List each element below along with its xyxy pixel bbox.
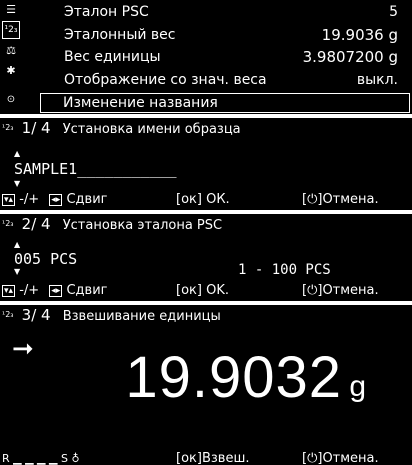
psc-input[interactable]: 005 PCS	[14, 250, 77, 268]
step-title: Установка имени образца	[62, 122, 241, 137]
sample-name-panel: ¹2₃ 1/ 4 Установка имени образца ▲ SAMPL…	[0, 118, 412, 210]
shift-label: Сдвиг	[66, 192, 108, 207]
gear-icon[interactable]: ✱	[3, 63, 19, 79]
row-label: Эталонный вес	[64, 27, 176, 43]
arrows-key-icon: ▾▴	[2, 284, 16, 297]
input-underline: ___________	[77, 160, 177, 178]
row-value: 19.9036 g	[321, 26, 398, 44]
shift-key-icon: ◂▸	[49, 193, 63, 206]
sign-label: -/+	[19, 192, 40, 207]
caret-down-icon: ▼	[14, 179, 21, 188]
cancel-label: Отмена.	[322, 283, 379, 298]
cancel-softkey[interactable]: [⏻]Отмена.	[302, 281, 379, 301]
weigh-softkey[interactable]: [ок]Взвеш.	[176, 449, 249, 465]
ok-softkey[interactable]: [ок] OK.	[176, 281, 229, 301]
name-input[interactable]: SAMPLE1___________	[14, 160, 177, 178]
settings-panel: ☰ ¹2₃ ⚖ ✱ ⊙ Эталон PSC 5 Эталонный вес 1…	[0, 0, 412, 114]
sample-icon: ¹2₃	[2, 123, 14, 132]
shift-key-icon: ◂▸	[49, 284, 63, 297]
psc-panel: ¹2₃ 2/ 4 Установка эталона PSC ▲ 005 PCS…	[0, 214, 412, 301]
cancel-label: Отмена.	[322, 451, 379, 465]
range-text: 1 - 100 PCS	[238, 262, 331, 278]
step-number: 2/ 4	[21, 215, 51, 233]
row-label: Вес единицы	[64, 49, 161, 65]
row-value: выкл.	[356, 72, 398, 88]
cancel-softkey[interactable]: [⏻]Отмена.	[302, 449, 379, 465]
stable-arrow-icon: ➞	[12, 334, 34, 364]
step-header: ¹2₃ 2/ 4 Установка эталона PSC	[0, 214, 222, 234]
list-item[interactable]: Эталонный вес 19.9036 g	[64, 25, 398, 45]
step-title: Установка эталона PSC	[62, 218, 223, 233]
step-number: 3/ 4	[21, 306, 51, 324]
cancel-softkey[interactable]: [⏻]Отмена.	[302, 190, 379, 210]
power-icon: [⏻]	[302, 192, 323, 207]
row-value: 3.9807200 g	[302, 48, 398, 66]
sample-icon: ¹2₃	[2, 219, 14, 228]
ok-label: ОК.	[206, 192, 230, 207]
softkey-bar: ▾▴ -/+ ◂▸ Сдвиг [ок] ОК. [⏻]Отмена.	[0, 190, 412, 210]
softkey-bar: R ▁ ▁ ▁ ▁ S ♁ [ок]Взвеш. [⏻]Отмена.	[0, 449, 412, 465]
list-item[interactable]: Вес единицы 3.9807200 g	[64, 47, 398, 67]
ok-softkey[interactable]: [ок] ОК.	[176, 190, 230, 210]
sample-icon: ¹2₃	[2, 310, 14, 319]
step-number: 1/ 4	[21, 119, 51, 137]
step-header: ¹2₃ 1/ 4 Установка имени образца	[0, 118, 241, 138]
caret-up-icon: ▲	[14, 149, 21, 158]
arrows-key-icon: ▾▴	[2, 193, 16, 206]
info-icon[interactable]: ⊙	[3, 92, 19, 108]
cancel-label: Отмена.	[322, 192, 379, 207]
scale-icon[interactable]: ⚖	[3, 43, 19, 59]
weight-reading: 19.9032	[125, 345, 342, 410]
step-header: ¹2₃ 3/ 4 Взвешивание единицы	[0, 305, 221, 325]
name-value: SAMPLE1	[14, 160, 78, 178]
selected-row[interactable]: Изменение названия	[40, 93, 410, 113]
weight-unit: g	[349, 370, 366, 403]
caret-down-icon: ▼	[14, 267, 21, 276]
list-item[interactable]: Эталон PSC 5	[64, 2, 398, 22]
weigh-label: Взвеш.	[201, 451, 250, 465]
sign-label: -/+	[19, 283, 40, 298]
row-value: 5	[389, 4, 398, 20]
list-item[interactable]: Отображение со знач. веса выкл.	[64, 70, 398, 90]
weighing-panel: ¹2₃ 3/ 4 Взвешивание единицы ➞ 19.9032 g…	[0, 305, 412, 465]
sample-icon[interactable]: ¹2₃	[2, 21, 20, 39]
row-label: Отображение со знач. веса	[64, 72, 267, 88]
step-title: Взвешивание единицы	[62, 309, 221, 324]
power-icon: [⏻]	[302, 451, 323, 465]
status-indicators: R ▁ ▁ ▁ ▁ S ♁	[2, 452, 80, 465]
sign-softkey[interactable]: ▾▴ -/+ ◂▸ Сдвиг	[2, 190, 108, 210]
sign-softkey[interactable]: ▾▴ -/+ ◂▸ Сдвиг	[2, 281, 108, 301]
power-icon: [⏻]	[302, 283, 323, 298]
row-label: Эталон PSC	[64, 4, 149, 20]
shift-label: Сдвиг	[66, 283, 108, 298]
menu-icon[interactable]: ☰	[3, 2, 19, 18]
softkey-bar: ▾▴ -/+ ◂▸ Сдвиг [ок] OK. [⏻]Отмена.	[0, 281, 412, 301]
ok-label: OK.	[206, 283, 229, 298]
sidebar: ☰ ¹2₃ ⚖ ✱ ⊙	[0, 0, 26, 114]
caret-up-icon: ▲	[14, 240, 21, 249]
